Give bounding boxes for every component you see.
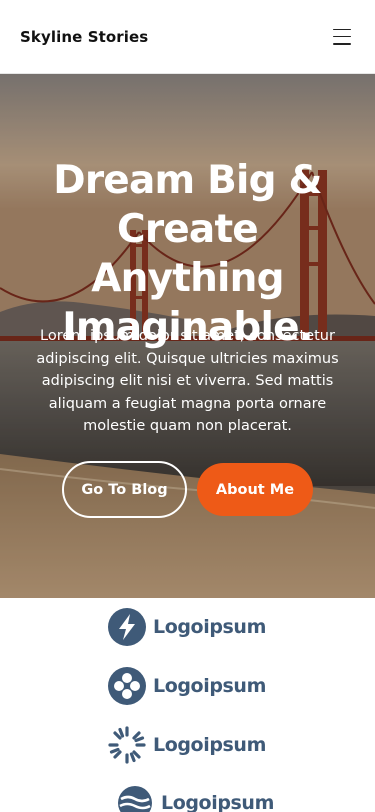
wave-circle-icon	[118, 786, 152, 812]
logo-text: Logoipsum	[161, 792, 274, 812]
menu-line	[333, 28, 351, 30]
logo-text: Logoipsum	[153, 675, 266, 697]
hero-description: Lorem ipsum dolor sit amet, consectetur …	[36, 328, 339, 434]
hero-section: Dream Big & Create Anything Imaginable. …	[0, 74, 375, 598]
four-circles-icon	[108, 667, 146, 705]
logo-cloud: Logoipsum Logoipsum Logoipsum Logoipsum	[0, 598, 375, 812]
about-me-button[interactable]: About Me	[197, 463, 313, 516]
partner-logo: Logoipsum	[108, 667, 266, 705]
sunburst-icon	[108, 726, 146, 764]
logo-text: Logoipsum	[153, 616, 266, 638]
partner-logo: Logoipsum	[108, 726, 266, 764]
go-to-blog-button[interactable]: Go To Blog	[62, 461, 187, 518]
hero-title: Dream Big & Create Anything Imaginable.	[53, 158, 322, 350]
menu-line	[333, 43, 351, 45]
lightning-bolt-icon	[108, 608, 146, 646]
site-brand[interactable]: Skyline Stories	[20, 28, 148, 46]
partner-logo: Logoipsum	[108, 608, 266, 646]
menu-line	[333, 35, 351, 38]
hamburger-menu-icon[interactable]	[333, 28, 351, 45]
site-header: Skyline Stories	[0, 0, 375, 74]
logo-text: Logoipsum	[153, 734, 266, 756]
partner-logo: Logoipsum	[116, 784, 274, 812]
hero-content: Dream Big & Create Anything Imaginable. …	[0, 74, 375, 598]
